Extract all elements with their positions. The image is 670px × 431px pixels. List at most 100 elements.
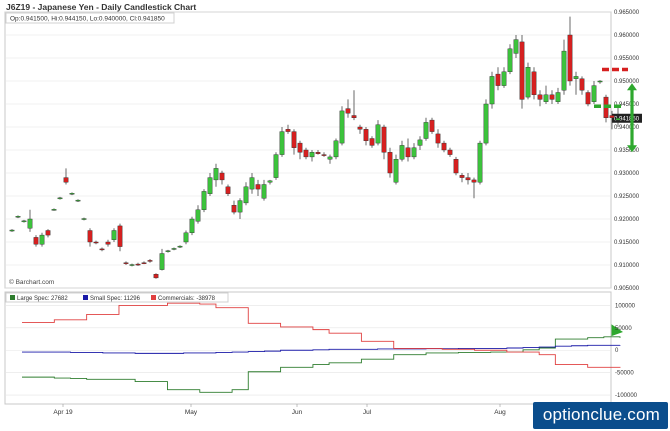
candle-body-up xyxy=(129,264,135,266)
legend-label-small-spec: Small Spec: 11296 xyxy=(90,296,141,302)
candle-body-down xyxy=(435,133,441,144)
cot-tick-label: -50000 xyxy=(615,371,634,377)
candle-body-up xyxy=(165,250,171,252)
candle xyxy=(477,140,483,185)
candle xyxy=(507,44,513,75)
price-tick-label: 0.920000 xyxy=(614,217,640,223)
candle xyxy=(339,106,345,146)
candle-body-down xyxy=(297,142,303,153)
legend-swatch-commercials xyxy=(151,295,156,300)
x-axis: Apr 19 May Jun Jul Aug xyxy=(53,404,506,416)
candle-body-down xyxy=(519,41,525,100)
x-tick-label: Aug xyxy=(494,409,506,416)
candle-body-up xyxy=(309,152,315,158)
candle-body-down xyxy=(321,154,327,156)
candle-body-up xyxy=(375,124,381,144)
candle-body-up xyxy=(69,193,75,195)
candle-body-down xyxy=(549,94,555,100)
candle-body-up xyxy=(507,48,513,72)
price-tick-label: 0.950000 xyxy=(614,79,640,85)
candle-body-up xyxy=(201,191,207,210)
ohlc-legend: Op:0.941500, Hi:0.944150, Lo:0.940000, C… xyxy=(10,16,165,23)
candle-body-up xyxy=(183,232,189,243)
candle-body-up xyxy=(213,168,219,181)
candle xyxy=(189,216,195,236)
candle xyxy=(201,189,207,213)
candle-body-down xyxy=(87,230,93,243)
candle-body-up xyxy=(489,76,495,105)
candle-body-down xyxy=(105,241,111,245)
price-tick-label: 0.905000 xyxy=(614,286,640,292)
cot-tick-label: 100000 xyxy=(615,303,636,309)
candle xyxy=(525,62,531,100)
legend-label-large-spec: Large Spec: 27682 xyxy=(17,296,68,302)
candle-body-down xyxy=(495,73,501,86)
legend-swatch-large-spec xyxy=(10,295,15,300)
candle-body-up xyxy=(27,218,33,229)
cot-tick-label: 0 xyxy=(615,348,619,354)
candle-body-down xyxy=(471,179,477,183)
candle-body-down xyxy=(45,230,51,236)
chart-canvas: 0.9650000.9600000.9550000.9500000.945000… xyxy=(4,10,642,416)
candle-body-down xyxy=(141,262,147,264)
candle-body-down xyxy=(291,131,297,148)
candle xyxy=(429,117,435,134)
candle xyxy=(393,154,399,185)
candle-body-down xyxy=(465,177,471,181)
price-tick-label: 0.955000 xyxy=(614,56,640,62)
candle xyxy=(519,35,525,109)
candle xyxy=(387,147,393,178)
candle xyxy=(333,138,339,160)
price-tick-label: 0.960000 xyxy=(614,33,640,39)
candle-body-up xyxy=(267,180,273,183)
candle-body-up xyxy=(423,122,429,139)
candle-body-down xyxy=(135,263,141,266)
price-tick-label: 0.935000 xyxy=(614,148,640,154)
candle-body-up xyxy=(81,218,87,220)
candle-body-down xyxy=(219,172,225,181)
candle-body-up xyxy=(57,197,63,200)
candle-body-up xyxy=(513,39,519,54)
source-label: © Barchart.com xyxy=(9,278,54,286)
candle-body-down xyxy=(99,248,105,251)
candle xyxy=(279,127,285,157)
candle-body-down xyxy=(117,225,123,247)
candle-body-up xyxy=(483,103,489,144)
candle-body-up xyxy=(75,199,81,202)
legend-large-spec: Large Spec: 27682 xyxy=(10,295,68,302)
candle-body-up xyxy=(333,140,339,158)
candle-body-down xyxy=(585,92,591,105)
candle-body-up xyxy=(261,184,267,199)
candle-body-down xyxy=(363,129,369,142)
legend-label-commercials: Commercials: -38978 xyxy=(158,296,216,302)
candle-body-down xyxy=(579,78,585,91)
candle-body-up xyxy=(51,209,57,211)
x-tick-label: Jul xyxy=(363,409,372,416)
price-tick-label: 0.925000 xyxy=(614,194,640,200)
watermark-logo[interactable]: optionclue.com xyxy=(532,402,668,429)
candle-body-up xyxy=(411,147,417,158)
candle xyxy=(273,152,279,180)
legend-swatch-small-spec xyxy=(83,295,88,300)
candle-body-down xyxy=(147,260,153,262)
candle-body-down xyxy=(357,126,363,130)
candle-body-up xyxy=(561,50,567,91)
candle-body-down xyxy=(33,237,39,245)
candle-body-down xyxy=(609,115,615,118)
price-tick-label: 0.965000 xyxy=(614,10,640,16)
candle-body-down xyxy=(285,129,291,132)
candle-body-up xyxy=(237,200,243,213)
legend-commercials: Commercials: -38978 xyxy=(151,295,216,302)
candle-body-up xyxy=(243,186,249,204)
x-tick-label: May xyxy=(185,409,198,416)
candle-body-down xyxy=(153,274,159,279)
cot-tick-label: 50000 xyxy=(615,326,632,332)
candle xyxy=(453,156,459,176)
candle-body-down xyxy=(441,142,447,151)
candle-body-down xyxy=(93,241,99,244)
candle-body-down xyxy=(381,126,387,153)
candle-body-up xyxy=(477,142,483,183)
candle-body-up xyxy=(189,218,195,234)
legend-small-spec: Small Spec: 11296 xyxy=(83,295,141,302)
candle-body-up xyxy=(195,209,201,222)
